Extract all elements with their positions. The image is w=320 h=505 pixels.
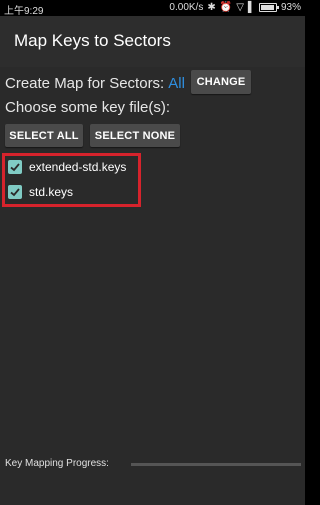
bluetooth-icon: ✱ — [207, 2, 216, 13]
key-file-name: std.keys — [29, 185, 74, 199]
sectors-value[interactable]: All — [168, 75, 185, 92]
sectors-row: Create Map for Sectors: All — [5, 71, 185, 95]
wifi-icon: ▽ — [236, 2, 244, 13]
change-button[interactable]: CHANGE — [191, 70, 251, 94]
checkbox-checked-icon[interactable] — [8, 160, 22, 174]
status-right: 0.00K/s ✱ ⏰ ▽ ▌ 93% — [169, 2, 301, 13]
sectors-label: Create Map for Sectors: — [5, 74, 165, 92]
select-all-button[interactable]: SELECT ALL — [5, 124, 83, 147]
net-speed: 0.00K/s — [169, 2, 204, 13]
action-bar: Map Keys to Sectors — [0, 16, 305, 67]
battery-icon — [258, 3, 279, 12]
alarm-icon: ⏰ — [219, 2, 233, 13]
select-none-button[interactable]: SELECT NONE — [90, 124, 180, 147]
key-file-item-std[interactable]: std.keys — [8, 183, 73, 201]
status-time: 上午9:29 — [4, 6, 44, 17]
key-files-prompt: Choose some key file(s): — [5, 99, 171, 116]
app-title: Map Keys to Sectors — [14, 31, 171, 50]
status-bar: 上午9:29 0.00K/s ✱ ⏰ ▽ ▌ 93% — [0, 0, 305, 17]
progress-label: Key Mapping Progress: — [5, 458, 109, 469]
battery-percent: 93% — [280, 2, 301, 13]
key-file-name: extended-std.keys — [29, 160, 127, 174]
checkbox-checked-icon[interactable] — [8, 185, 22, 199]
key-file-item-extended-std[interactable]: extended-std.keys — [8, 158, 126, 176]
main-content: Create Map for Sectors: All CHANGE Choos… — [0, 67, 305, 505]
progress-bar — [131, 463, 301, 466]
signal-icon: ▌ — [247, 2, 255, 13]
